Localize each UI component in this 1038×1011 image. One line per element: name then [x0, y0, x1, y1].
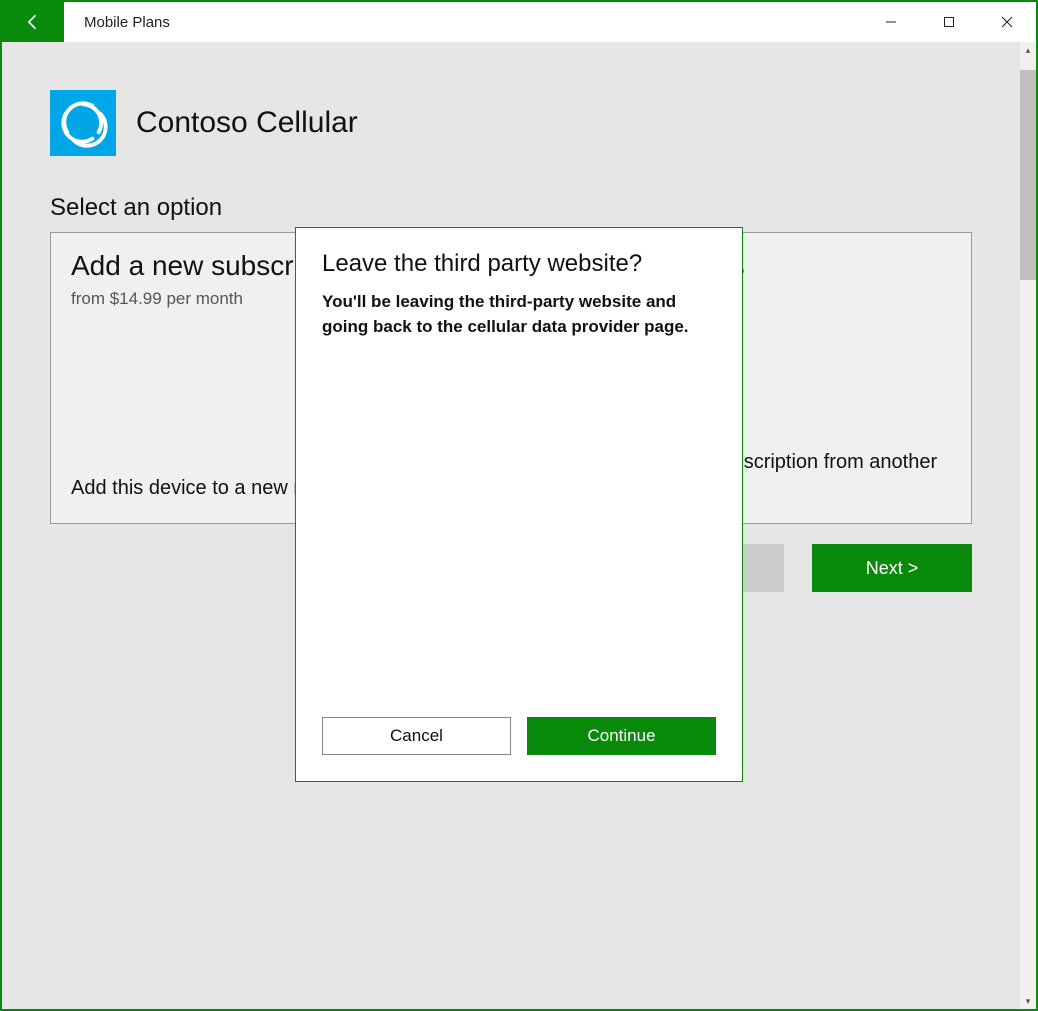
vertical-scrollbar[interactable]: ▴ ▾ [1020, 42, 1036, 1009]
cancel-button[interactable]: Cancel [322, 717, 511, 755]
dialog-title: Leave the third party website? [322, 250, 716, 278]
window-controls [862, 2, 1036, 42]
scroll-up-icon[interactable]: ▴ [1020, 42, 1036, 58]
continue-button[interactable]: Continue [527, 717, 716, 755]
app-title: Mobile Plans [64, 2, 170, 42]
back-button[interactable] [2, 2, 64, 42]
provider-logo [50, 90, 116, 156]
minimize-icon [885, 16, 897, 28]
provider-header: Contoso Cellular [50, 90, 972, 156]
scrollbar-track[interactable] [1020, 58, 1036, 993]
app-window: Mobile Plans [0, 0, 1038, 1011]
minimize-button[interactable] [862, 2, 920, 42]
next-nav-button[interactable]: Next > [812, 544, 972, 592]
maximize-icon [943, 16, 955, 28]
section-title: Select an option [50, 194, 972, 222]
swirl-icon [58, 98, 108, 148]
maximize-button[interactable] [920, 2, 978, 42]
provider-name: Contoso Cellular [136, 106, 358, 140]
arrow-left-icon [23, 12, 43, 32]
close-icon [1001, 16, 1013, 28]
scrollbar-thumb[interactable] [1020, 70, 1036, 280]
dialog-body: You'll be leaving the third-party websit… [322, 290, 716, 339]
scroll-down-icon[interactable]: ▾ [1020, 993, 1036, 1009]
dialog-actions: Cancel Continue [322, 717, 716, 755]
close-button[interactable] [978, 2, 1036, 42]
titlebar: Mobile Plans [2, 2, 1036, 42]
leave-site-dialog: Leave the third party website? You'll be… [295, 227, 743, 782]
